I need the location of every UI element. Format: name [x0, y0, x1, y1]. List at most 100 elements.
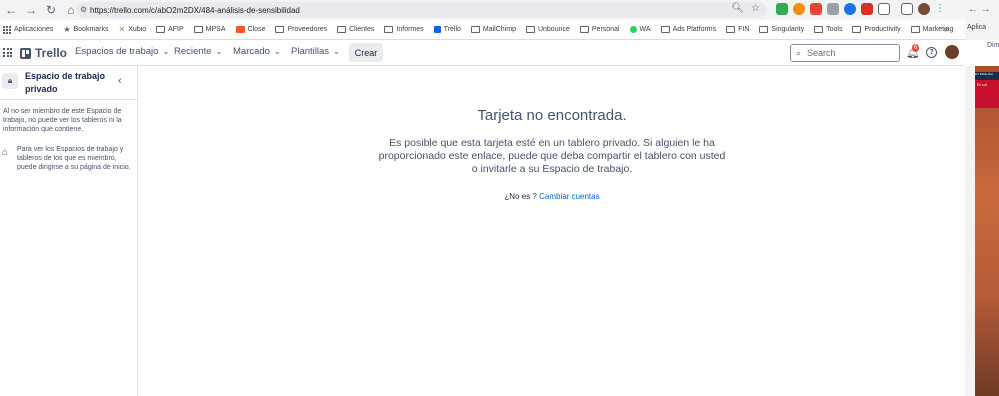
close-logo-icon — [235, 26, 245, 33]
bookmark-item[interactable]: Ads Platforms — [660, 26, 717, 33]
sidebar-home-link[interactable]: Para ver los Espacios de trabajo y table… — [17, 145, 135, 172]
bookmark-item[interactable]: Informes — [384, 26, 424, 33]
create-button[interactable]: Crear — [349, 43, 383, 62]
bookmark-item[interactable]: Close — [235, 26, 265, 33]
extension-icon[interactable] — [793, 3, 805, 15]
bookmark-label: Xubio — [128, 26, 147, 33]
bookmark-label: Personal — [591, 26, 620, 33]
search-placeholder: Search — [807, 48, 836, 58]
trello-icon — [433, 26, 441, 33]
bookmark-label: MPSA — [205, 26, 226, 33]
extension-icon[interactable] — [844, 3, 856, 15]
menu-label: Plantillas — [291, 46, 330, 57]
folder-icon — [660, 26, 670, 33]
help-icon[interactable]: ? — [926, 47, 937, 58]
sidebar-info-text: Al no ser miembro de este Espacio de tra… — [3, 108, 122, 133]
forward-icon[interactable]: → — [22, 1, 40, 19]
bookmark-item[interactable]: AFIP — [156, 26, 184, 33]
folder-icon — [470, 26, 480, 33]
bookmark-item[interactable]: Proveedores — [275, 26, 327, 33]
search-input[interactable]: ⌕ Search — [790, 44, 900, 62]
menu-workspaces[interactable]: Espacios de trabajo ⌄ — [75, 46, 169, 57]
zoom-icon[interactable]: 🔍︎ — [731, 3, 744, 14]
extension-icon[interactable] — [810, 3, 822, 15]
bookmark-label: Proveedores — [287, 26, 328, 33]
browser-toolbar: ← → ↻ ⌂ ⚙ https://trello.com/c/abO2m2DX/… — [0, 0, 975, 20]
folder-icon — [814, 26, 824, 33]
not-you-text: ¿No es ? — [504, 192, 537, 201]
bookmark-item[interactable]: Trello — [433, 26, 461, 33]
more-bookmarks-icon[interactable]: » — [944, 24, 949, 34]
whatsapp-icon — [629, 26, 637, 33]
bookmark-item[interactable]: Unbounce — [525, 26, 570, 33]
bookmark-item[interactable]: Productivity — [852, 26, 901, 33]
extensions-puzzle-icon[interactable] — [878, 3, 890, 15]
switch-account-line: ¿No es ? Cambiar cuentas — [139, 192, 965, 201]
menu-starred[interactable]: Marcado ⌄ — [233, 46, 281, 57]
page-title: Tarjeta no encontrada. — [477, 107, 627, 124]
profile-avatar[interactable] — [918, 3, 930, 15]
folder-icon — [852, 26, 862, 33]
bookmark-item[interactable]: FIN — [726, 26, 749, 33]
site-info-icon[interactable]: ⚙ — [80, 5, 87, 14]
bookmark-item[interactable]: Clientes — [337, 26, 374, 33]
chevron-down-icon: ⌄ — [215, 47, 223, 56]
bookmark-label: Tools — [826, 26, 843, 33]
bookmark-label: Singularity — [771, 26, 805, 33]
app-switcher-icon[interactable] — [3, 48, 12, 57]
address-bar[interactable]: ⚙ https://trello.com/c/abO2m2DX/484-anál… — [76, 2, 766, 18]
background-window: ← → Aplica Dim EY ENGLISH El col — [965, 0, 999, 396]
bookmark-label: AFIP — [168, 26, 184, 33]
banner-top: EY ENGLISH — [975, 72, 999, 80]
search-icon: ⌕ — [796, 48, 802, 58]
trello-logo-text: Trello — [35, 46, 68, 60]
star-icon: ★ — [63, 25, 71, 34]
reload-icon[interactable]: ↻ — [42, 1, 60, 19]
bookmark-item[interactable]: Singularity — [759, 26, 804, 33]
bookmark-item[interactable]: Tools — [814, 26, 842, 33]
side-panel-icon[interactable] — [901, 3, 913, 15]
avatar[interactable] — [945, 45, 959, 59]
bookmark-item[interactable]: ✕ Xubio — [119, 25, 147, 34]
bookmark-label: Trello — [443, 26, 461, 33]
sidebar-header: 🔒︎ Espacio de trabajo privado ‹ — [0, 66, 138, 100]
bookmark-label: FIN — [738, 26, 750, 33]
folder-icon — [726, 26, 736, 33]
folder-icon — [193, 26, 203, 33]
sidebar-title: Espacio de trabajo privado — [25, 71, 106, 94]
back-icon[interactable]: ← — [2, 1, 20, 19]
bookmark-label: WA — [639, 26, 651, 33]
bookmark-label: Clientes — [349, 26, 375, 33]
browser-menu-icon[interactable]: ⋮ — [935, 3, 947, 15]
bookmark-star-icon[interactable]: ☆ — [751, 3, 760, 14]
menu-label: Reciente — [174, 46, 212, 57]
chevron-down-icon: ⌄ — [273, 47, 281, 56]
trello-logo[interactable]: Trello — [20, 46, 67, 60]
bookmark-item[interactable]: Personal — [579, 26, 620, 33]
switch-accounts-link[interactable]: Cambiar cuentas — [539, 192, 599, 201]
bookmark-item[interactable]: WA — [629, 26, 651, 33]
bookmark-label: Bookmarks — [73, 26, 109, 33]
folder-icon — [156, 26, 166, 33]
folder-icon — [579, 26, 589, 33]
banner-text: El col — [975, 80, 999, 108]
menu-recent[interactable]: Reciente ⌄ — [174, 46, 222, 57]
extension-icon[interactable] — [861, 3, 873, 15]
bookmark-label: Informes — [396, 26, 424, 33]
menu-templates[interactable]: Plantillas ⌄ — [291, 46, 340, 57]
bookmark-item[interactable]: MPSA — [193, 26, 226, 33]
menu-label: Espacios de trabajo — [75, 46, 159, 57]
folder-icon — [910, 26, 920, 33]
collapse-sidebar-icon[interactable]: ‹ — [118, 75, 122, 87]
bookmark-label: Aplicaciones — [14, 26, 54, 33]
bookmark-item[interactable]: Aplicaciones — [3, 25, 54, 34]
error-message: Es posible que esta tarjeta esté en un t… — [378, 137, 726, 175]
bookmark-label: Ads Platforms — [672, 26, 717, 33]
extension-icon[interactable] — [776, 3, 788, 15]
bookmarks-bar: Aplicaciones ★ Bookmarks ✕ Xubio AFIP MPSA Clos… — [0, 20, 975, 40]
workspace-sidebar: 🔒︎ Espacio de trabajo privado ‹ Al no se… — [0, 66, 138, 396]
bookmark-item[interactable]: ★ Bookmarks — [63, 25, 108, 34]
folder-icon — [525, 26, 535, 33]
extension-icon[interactable] — [827, 3, 839, 15]
bookmark-item[interactable]: MailChimp — [470, 26, 516, 33]
